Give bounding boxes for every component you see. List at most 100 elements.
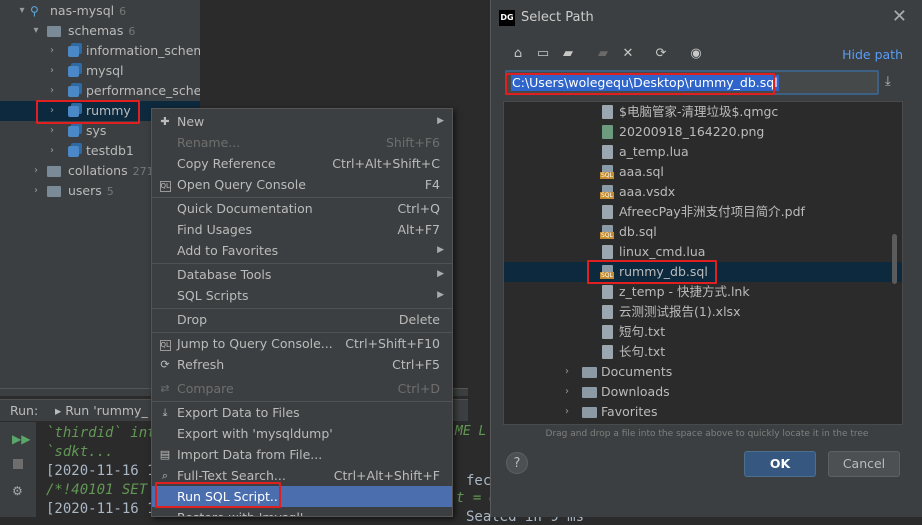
close-icon[interactable]: ✕ (892, 6, 907, 27)
tree-item-schema[interactable]: › performance_schema (0, 81, 200, 101)
schema-icon (68, 126, 79, 137)
chevron-right-icon[interactable]: › (46, 141, 58, 161)
file-item[interactable]: 长句.txt (504, 342, 902, 362)
cancel-button[interactable]: Cancel (828, 451, 900, 477)
help-button[interactable]: ? (506, 452, 528, 474)
rerun-icon[interactable]: ▶▶ (12, 432, 30, 446)
schema-icon (68, 66, 79, 77)
file-item[interactable]: 云测测试报告(1).xlsx (504, 302, 902, 322)
file-icon (602, 105, 613, 119)
file-item[interactable]: AfreecPay非洲支付项目简介.pdf (504, 202, 902, 222)
menu-item-sql-scripts[interactable]: SQL Scripts ▶ (152, 285, 452, 306)
menu-item-drop[interactable]: Drop Delete (152, 309, 452, 330)
chevron-right-icon[interactable]: › (565, 382, 569, 402)
home-icon[interactable]: ⌂ (508, 44, 528, 64)
menu-item-new[interactable]: ✚ New ▶ (152, 111, 452, 132)
sql-file-icon (600, 225, 614, 239)
file-icon (602, 205, 613, 219)
tree-item-count: 6 (128, 25, 136, 38)
delete-icon[interactable]: ✕ (618, 44, 638, 64)
project-folder-icon[interactable]: ▰ (558, 44, 578, 64)
query-console-icon: QL (159, 181, 171, 192)
compare-icon: ⇄ (160, 382, 170, 395)
file-item[interactable]: 短句.txt (504, 322, 902, 342)
text-file-icon (602, 325, 613, 339)
download-icon[interactable]: ⤓ (885, 74, 891, 89)
hide-path-link[interactable]: Hide path (842, 47, 903, 62)
chevron-down-icon[interactable]: ▾ (30, 21, 42, 41)
highlight-box-run-sql-script (155, 482, 281, 508)
chevron-right-icon[interactable]: › (565, 402, 569, 422)
run-label: Run: (10, 403, 39, 418)
console-line: `sdkt... (46, 444, 114, 460)
file-item[interactable]: z_temp - 快捷方式.lnk (504, 282, 902, 302)
new-folder-icon[interactable]: ▰ (593, 44, 613, 64)
show-hidden-icon[interactable]: ◉ (686, 44, 706, 64)
menu-item-import-data[interactable]: ▤ Import Data from File... (152, 444, 452, 465)
file-item[interactable]: $电脑管家-清理垃圾$.qmgc (504, 102, 902, 122)
menu-item-refresh[interactable]: ⟳ Refresh Ctrl+F5 (152, 354, 452, 375)
chevron-right-icon[interactable]: › (30, 181, 42, 201)
shortcut-file-icon (602, 285, 613, 299)
refresh-icon: ⟳ (160, 358, 170, 371)
tree-item-connection[interactable]: ▾ ⚲ nas-mysql 6 (0, 1, 200, 21)
chevron-right-icon[interactable]: › (46, 121, 58, 141)
import-icon: ▤ (159, 448, 171, 461)
text-file-icon (602, 345, 613, 359)
chevron-right-icon[interactable]: › (46, 41, 58, 61)
stop-icon[interactable] (13, 459, 23, 469)
refresh-icon[interactable]: ⟳ (651, 44, 671, 64)
run-tab[interactable]: ▸ Run 'rummy_ (55, 400, 148, 422)
chevron-right-icon[interactable]: › (565, 362, 569, 382)
submenu-arrow-icon: ▶ (437, 116, 444, 126)
menu-item-export-data-to-files[interactable]: ⤓ Export Data to Files (152, 402, 452, 423)
menu-item-database-tools[interactable]: Database Tools ▶ (152, 264, 452, 285)
menu-item-find-usages[interactable]: Find Usages Alt+F7 (152, 219, 452, 240)
tree-item-schema[interactable]: › mysql (0, 61, 200, 81)
file-item[interactable]: aaa.vsdx (504, 182, 902, 202)
sql-file-icon (600, 165, 614, 179)
menu-item-rename[interactable]: Rename... Shift+F6 (152, 132, 452, 153)
console-line: [2020-11-16 1 (46, 463, 156, 479)
chevron-right-icon[interactable]: › (46, 81, 58, 101)
menu-item-copy-reference[interactable]: Copy Reference Ctrl+Alt+Shift+C (152, 153, 452, 174)
folder-icon (47, 186, 61, 197)
schema-icon (68, 46, 79, 57)
file-tree-scrollbar[interactable] (892, 234, 897, 284)
folder-icon (582, 387, 597, 398)
menu-item-compare[interactable]: ⇄ Compare Ctrl+D (152, 378, 452, 399)
tree-item-label: schemas (68, 23, 124, 38)
settings-icon[interactable]: ⚙ (12, 484, 23, 498)
chevron-right-icon[interactable]: › (30, 161, 42, 181)
tree-item-label: sys (86, 123, 107, 138)
tree-item-schema[interactable]: › information_schema (0, 41, 200, 61)
file-item[interactable]: a_temp.lua (504, 142, 902, 162)
menu-item-add-to-favorites[interactable]: Add to Favorites ▶ (152, 240, 452, 261)
folder-item[interactable]: › Downloads (504, 382, 902, 402)
menu-item-restore-with-mysql[interactable]: Restore with 'mysql' (152, 507, 452, 516)
folder-item[interactable]: › Documents (504, 362, 902, 382)
ok-button[interactable]: OK (744, 451, 816, 477)
tree-item-schemas[interactable]: ▾ schemas 6 (0, 21, 200, 41)
chevron-down-icon[interactable]: ▾ (16, 1, 28, 21)
file-item[interactable]: 20200918_164220.png (504, 122, 902, 142)
tree-item-label: users (68, 183, 102, 198)
menu-item-open-query-console[interactable]: QL Open Query Console F4 (152, 174, 452, 195)
folder-item[interactable]: › Favorites (504, 402, 902, 422)
menu-item-quick-documentation[interactable]: Quick Documentation Ctrl+Q (152, 198, 452, 219)
file-item[interactable]: linux_cmd.lua (504, 242, 902, 262)
highlight-box-path (505, 73, 775, 95)
drag-drop-hint: Drag and drop a file into the space abov… (545, 429, 869, 439)
tree-item-label: testdb1 (86, 143, 134, 158)
menu-item-export-mysqldump[interactable]: Export with 'mysqldump' (152, 423, 452, 444)
dialog-title-bar[interactable]: DG Select Path ✕ (491, 0, 922, 36)
highlight-box-rummy (36, 100, 140, 124)
chevron-right-icon[interactable]: › (46, 61, 58, 81)
submenu-arrow-icon: ▶ (437, 269, 444, 279)
menu-item-jump-to-query-console[interactable]: QL Jump to Query Console... Ctrl+Shift+F… (152, 333, 452, 354)
file-item[interactable]: db.sql (504, 222, 902, 242)
submenu-arrow-icon: ▶ (437, 245, 444, 255)
file-item[interactable]: aaa.sql (504, 162, 902, 182)
submenu-arrow-icon: ▶ (437, 290, 444, 300)
desktop-icon[interactable]: ▭ (533, 44, 553, 64)
